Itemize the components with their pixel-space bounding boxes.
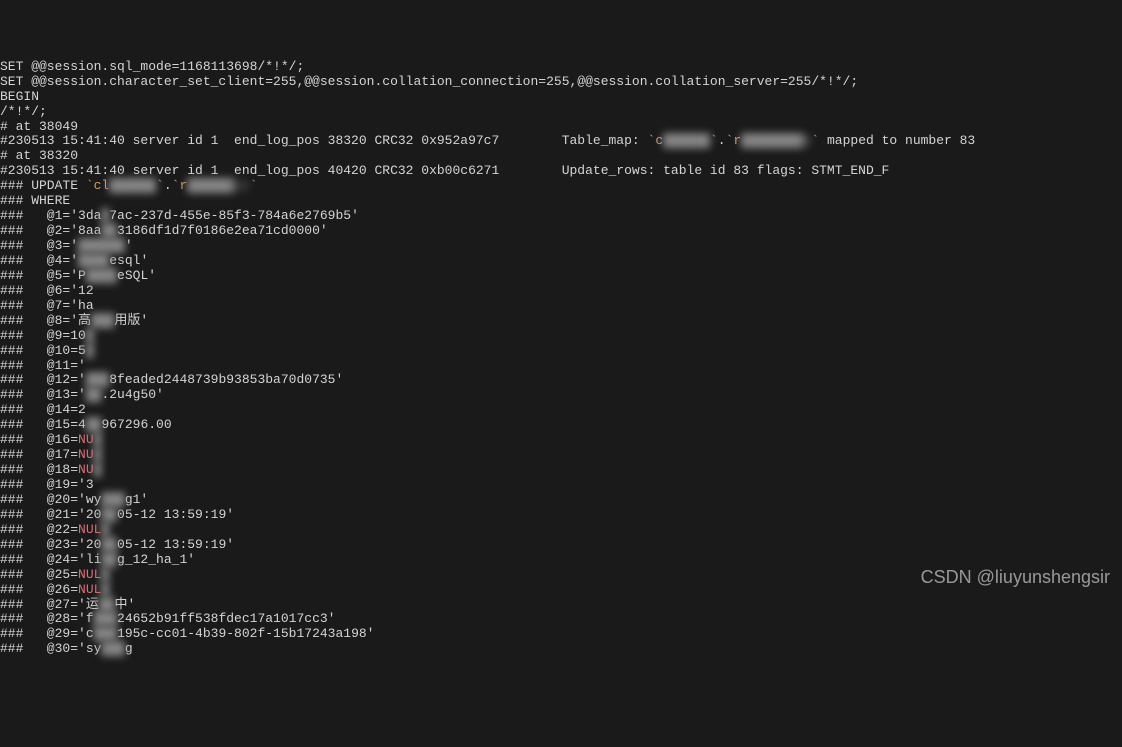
terminal-line: ### @23='20██05-12 13:59:19'	[0, 538, 1122, 553]
terminal-line: #230513 15:41:40 server id 1 end_log_pos…	[0, 164, 1122, 179]
terminal-line: ### @2='8aa██3186df1d7f0186e2ea71cd0000'	[0, 224, 1122, 239]
terminal-line: ### @25=NUL█	[0, 568, 1122, 583]
terminal-line: ### @21='20██05-12 13:59:19'	[0, 508, 1122, 523]
terminal-line: ### @6='12	[0, 284, 1122, 299]
terminal-line: ### @13='██.2u4g50'	[0, 388, 1122, 403]
terminal-line: ### @10=5█	[0, 344, 1122, 359]
terminal-line: ### @12='███8feaded2448739b93853ba70d073…	[0, 373, 1122, 388]
terminal-line: ### @11='	[0, 359, 1122, 374]
terminal-line: ### @27='运██中'	[0, 598, 1122, 613]
terminal-line: ### @8='高███用版'	[0, 314, 1122, 329]
terminal-line: ### @20='wy███g1'	[0, 493, 1122, 508]
terminal-line: ### UPDATE `cl██████`.`r██████ce`	[0, 179, 1122, 194]
terminal-line: ### @17=NU█	[0, 448, 1122, 463]
terminal-line: ### @7='ha	[0, 299, 1122, 314]
terminal-line: ### WHERE	[0, 194, 1122, 209]
terminal-line: BEGIN	[0, 90, 1122, 105]
terminal-line: ### @3='██████'	[0, 239, 1122, 254]
terminal-line: ### @14=2	[0, 403, 1122, 418]
terminal-line: ### @4='████esql'	[0, 254, 1122, 269]
terminal-line: ### @18=NU█	[0, 463, 1122, 478]
terminal-line: SET @@session.sql_mode=1168113698/*!*/;	[0, 60, 1122, 75]
terminal-line: ### @28='f███24652b91ff538fdec17a1017cc3…	[0, 612, 1122, 627]
terminal-line: SET @@session.character_set_client=255,@…	[0, 75, 1122, 90]
terminal-line: ### @15=4██967296.00	[0, 418, 1122, 433]
terminal-line: # at 38049	[0, 120, 1122, 135]
terminal-line: ### @1='3da█7ac-237d-455e-85f3-784a6e276…	[0, 209, 1122, 224]
terminal-output: SET @@session.sql_mode=1168113698/*!*/;S…	[0, 60, 1122, 658]
terminal-line: ### @29='c███195c-cc01-4b39-802f-15b1724…	[0, 627, 1122, 642]
terminal-line: /*!*/;	[0, 105, 1122, 120]
terminal-line: #230513 15:41:40 server id 1 end_log_pos…	[0, 134, 1122, 149]
terminal-line: ### @9=10█	[0, 329, 1122, 344]
terminal-line: ### @5='P████eSQL'	[0, 269, 1122, 284]
terminal-line: ### @24='li██g_12_ha_1'	[0, 553, 1122, 568]
terminal-line: # at 38320	[0, 149, 1122, 164]
terminal-line: ### @16=NU█	[0, 433, 1122, 448]
terminal-line: ### @19='3	[0, 478, 1122, 493]
terminal-line: ### @22=NUL█	[0, 523, 1122, 538]
terminal-line: ### @26=NUL█	[0, 583, 1122, 598]
terminal-line: ### @30='sy███g	[0, 642, 1122, 657]
